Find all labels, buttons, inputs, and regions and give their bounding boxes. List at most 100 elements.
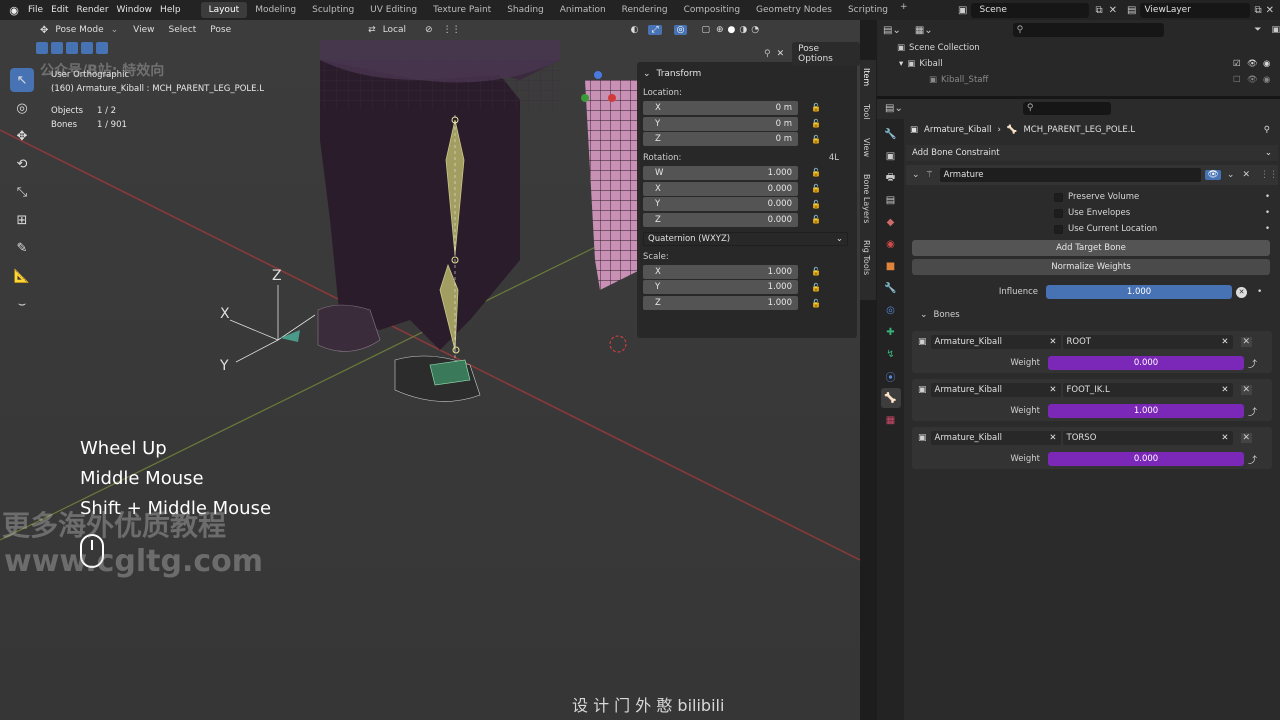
- select-tool-icon[interactable]: ↖: [10, 68, 34, 92]
- outliner-search-input[interactable]: ⚲: [1012, 23, 1165, 37]
- use-envelopes-checkbox[interactable]: Use Envelopes •: [906, 205, 1278, 221]
- remove-view-layer-icon[interactable]: ✕: [1266, 5, 1274, 16]
- lock-icon[interactable]: 🔓: [806, 283, 826, 292]
- pin-icon[interactable]: ⚲: [764, 49, 771, 59]
- target-armature-field[interactable]: Armature_Kiball ✕: [930, 335, 1061, 349]
- lock-icon[interactable]: 🔓: [806, 215, 826, 224]
- 3d-viewport[interactable]: ✥ Pose Mode ⌄ View Select Pose ⇄ Local ⊘…: [0, 20, 860, 720]
- overlays-icon[interactable]: ◎: [673, 25, 688, 35]
- keyframe-dot-icon[interactable]: •: [1265, 208, 1270, 218]
- collapse-icon[interactable]: ⌄: [920, 310, 928, 320]
- rotation-y-field[interactable]: Y 0.000: [643, 197, 798, 212]
- modifier-tab-icon[interactable]: 🔧: [881, 278, 901, 298]
- weight-slider[interactable]: 0.000: [1048, 452, 1244, 466]
- editor-type-icon[interactable]: ▤⌄: [885, 103, 903, 114]
- physics-tab-icon[interactable]: ◎: [881, 300, 901, 320]
- outliner-row-kiball-staff[interactable]: ▣ Kiball_Staff ☐ 👁 ◉: [877, 72, 1280, 88]
- tab-bone-layers[interactable]: Bone Layers: [862, 174, 871, 223]
- clear-icon[interactable]: ✕: [1049, 385, 1056, 395]
- outliner-row-scene-collection[interactable]: ▣ Scene Collection: [877, 40, 1280, 56]
- tab-sculpting[interactable]: Sculpting: [304, 2, 362, 18]
- transform-title[interactable]: Transform: [657, 69, 702, 79]
- clear-icon[interactable]: ✕: [1049, 433, 1056, 443]
- data-tab-icon[interactable]: ↯: [881, 344, 901, 364]
- eyedropper-icon[interactable]: ⤴: [1248, 357, 1257, 370]
- eyedropper-icon[interactable]: ⤴: [1248, 453, 1257, 466]
- render-tab-icon[interactable]: ▣: [881, 146, 901, 166]
- bone-tab-icon[interactable]: ⦿: [881, 366, 901, 386]
- lock-icon[interactable]: 🔓: [806, 168, 826, 177]
- transform-tool-icon[interactable]: ⊞: [10, 208, 34, 232]
- add-bone-constraint-dropdown[interactable]: Add Bone Constraint ⌄: [906, 145, 1278, 161]
- target-bone-field[interactable]: FOOT_IK.L ✕: [1062, 383, 1233, 397]
- bone-constraint-tab-icon[interactable]: 🦴: [880, 388, 901, 408]
- eye-icon[interactable]: 👁: [1247, 75, 1258, 85]
- menu-file[interactable]: File: [28, 5, 51, 15]
- rotate-tool-icon[interactable]: ⟲: [10, 152, 34, 176]
- tab-modeling[interactable]: Modeling: [247, 2, 304, 18]
- xray-icon[interactable]: ▢: [701, 25, 710, 35]
- scene-selector[interactable]: Scene: [971, 2, 1090, 18]
- menu-select[interactable]: Select: [162, 25, 204, 35]
- tab-geometry-nodes[interactable]: Geometry Nodes: [748, 2, 840, 18]
- filter-icon[interactable]: ⏷: [1254, 25, 1261, 35]
- checkbox-icon[interactable]: ☑: [1233, 59, 1241, 69]
- object-tab-icon[interactable]: ■: [881, 256, 901, 276]
- view-layer-tab-icon[interactable]: ▤: [881, 190, 901, 210]
- mode-selector[interactable]: Pose Mode: [48, 25, 110, 35]
- location-y-field[interactable]: Y 0 m: [643, 116, 798, 131]
- blender-logo-icon[interactable]: ◉: [0, 0, 28, 20]
- lock-icon[interactable]: 🔓: [806, 119, 826, 128]
- constraint-tab-icon[interactable]: ✚: [881, 322, 901, 342]
- tab-animation[interactable]: Animation: [552, 2, 614, 18]
- properties-search-input[interactable]: ⚲: [1022, 101, 1111, 115]
- collapse-icon[interactable]: ⌄: [643, 69, 651, 79]
- lock-icon[interactable]: 🔓: [806, 267, 826, 276]
- gizmo-icon[interactable]: ⤢: [648, 25, 662, 35]
- shading-material-icon[interactable]: ◑: [739, 25, 747, 35]
- scale-z-field[interactable]: Z 1.000: [643, 296, 798, 311]
- remove-scene-icon[interactable]: ✕: [1109, 5, 1117, 16]
- tab-rig-tools[interactable]: Rig Tools: [862, 240, 871, 275]
- checkbox-icon[interactable]: ☐: [1233, 75, 1241, 85]
- camera-icon[interactable]: ◉: [1263, 59, 1270, 69]
- new-collection-icon[interactable]: ▣: [1271, 25, 1280, 35]
- tab-tool[interactable]: Tool: [862, 104, 871, 120]
- clear-icon[interactable]: ✕: [1221, 385, 1228, 395]
- select-extend-icon[interactable]: [51, 42, 63, 54]
- select-intersect-icon[interactable]: [96, 42, 108, 54]
- close-icon[interactable]: ✕: [777, 49, 785, 59]
- remove-target-icon[interactable]: ✕: [1240, 385, 1253, 395]
- drag-handle-icon[interactable]: ⋮⋮: [1260, 170, 1278, 180]
- menu-window[interactable]: Window: [117, 5, 161, 15]
- camera-icon[interactable]: ◉: [1263, 75, 1270, 85]
- tab-texture-paint[interactable]: Texture Paint: [425, 2, 499, 18]
- menu-edit[interactable]: Edit: [51, 5, 76, 15]
- use-current-location-checkbox[interactable]: Use Current Location •: [906, 221, 1278, 237]
- select-subtract-icon[interactable]: [66, 42, 78, 54]
- lock-icon[interactable]: 🔓: [806, 135, 826, 144]
- remove-target-icon[interactable]: ✕: [1240, 433, 1253, 443]
- rotation-mode-dropdown[interactable]: Quaternion (WXYZ) ⌄: [643, 231, 848, 246]
- remove-constraint-icon[interactable]: ✕: [1242, 170, 1250, 180]
- tab-rendering[interactable]: Rendering: [614, 2, 676, 18]
- checkbox-box[interactable]: [1054, 208, 1063, 218]
- keyframe-dot-icon[interactable]: •: [1257, 287, 1262, 297]
- relax-pose-tool-icon[interactable]: ⌣: [10, 292, 34, 316]
- lock-icon[interactable]: 🔓: [806, 103, 826, 112]
- menu-help[interactable]: Help: [160, 5, 189, 15]
- weight-slider[interactable]: 1.000: [1048, 404, 1244, 418]
- tab-compositing[interactable]: Compositing: [676, 2, 748, 18]
- scale-y-field[interactable]: Y 1.000: [643, 280, 798, 295]
- tab-view[interactable]: View: [862, 138, 871, 157]
- scene-tab-icon[interactable]: ◆: [881, 212, 901, 232]
- tab-shading[interactable]: Shading: [499, 2, 552, 18]
- target-armature-field[interactable]: Armature_Kiball ✕: [930, 383, 1061, 397]
- shading-rendered-icon[interactable]: ◔: [751, 25, 759, 35]
- eyedropper-icon[interactable]: ⤴: [1248, 405, 1257, 418]
- target-bone-field[interactable]: TORSO ✕: [1062, 431, 1233, 445]
- add-target-bone-button[interactable]: Add Target Bone: [912, 240, 1270, 256]
- expand-icon[interactable]: ▾: [899, 59, 903, 69]
- tab-uv-editing[interactable]: UV Editing: [362, 2, 425, 18]
- rotation-x-field[interactable]: X 0.000: [643, 181, 798, 196]
